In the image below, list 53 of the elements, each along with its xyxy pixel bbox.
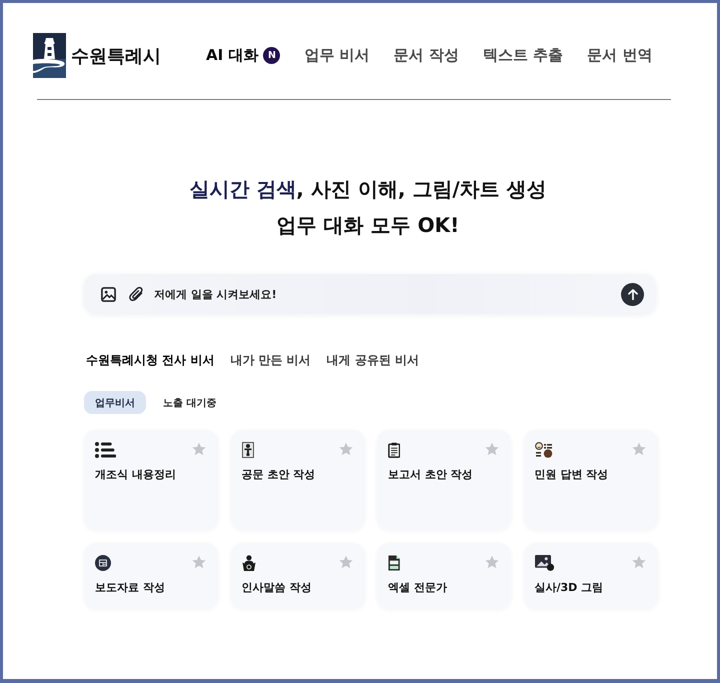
card-title: 보고서 초안 작성	[388, 467, 473, 482]
card-title: 실사/3D 그림	[534, 580, 604, 595]
spreadsheet-file-icon	[388, 555, 400, 571]
assistant-card[interactable]: 실사/3D 그림	[524, 543, 658, 609]
send-button[interactable]	[621, 282, 644, 306]
assistant-tab[interactable]: 수원특례시청 전사 비서	[86, 350, 214, 370]
prompt-input[interactable]: 저에게 일을 시켜보세요!	[154, 284, 609, 304]
assistant-tab[interactable]: 내게 공유된 비서	[326, 350, 420, 370]
list-icon	[95, 442, 116, 458]
star-icon[interactable]	[338, 555, 352, 569]
newspaper-icon	[95, 555, 111, 571]
nav-tab[interactable]: 문서 번역	[587, 46, 652, 65]
image-icon[interactable]	[101, 286, 116, 302]
speaker-podium-icon	[242, 555, 256, 571]
card-title: 보도자료 작성	[95, 580, 165, 595]
star-icon[interactable]	[192, 442, 206, 456]
filter-chip[interactable]: 업무비서	[84, 391, 146, 414]
card-title: 공문 초안 작성	[242, 467, 316, 482]
assistant-card[interactable]: 인사말씀 작성	[230, 543, 364, 609]
assistant-card[interactable]: 보고서 초안 작성	[377, 430, 511, 530]
headline: 실시간 검색, 사진 이해, 그림/차트 생성	[188, 176, 548, 203]
star-icon[interactable]	[632, 442, 646, 456]
card-title: 엑셀 전문가	[388, 580, 447, 595]
star-icon[interactable]	[338, 442, 352, 456]
star-icon[interactable]	[485, 442, 499, 456]
assistant-card[interactable]: 공문 초안 작성	[230, 430, 364, 530]
assistant-card[interactable]: 개조식 내용정리	[84, 430, 218, 530]
paperclip-icon[interactable]	[129, 286, 144, 302]
clipboard-icon	[388, 442, 400, 458]
assistant-card[interactable]: 보도자료 작성	[84, 543, 218, 609]
nav-tab[interactable]: 업무 비서	[304, 46, 370, 65]
prompt-field[interactable]: 저에게 일을 시켜보세요!	[84, 274, 656, 314]
nav-tab[interactable]: 텍스트 추출	[482, 46, 564, 65]
card-title: 개조식 내용정리	[95, 467, 176, 482]
assistant-tab[interactable]: 내가 만든 비서	[230, 350, 311, 370]
stamp-document-icon	[242, 442, 254, 458]
star-icon[interactable]	[632, 555, 646, 569]
lighthouse-logo-icon	[33, 33, 66, 78]
nav-tab[interactable]: 문서 작성	[394, 46, 459, 65]
nav-tab[interactable]: AI 대화 N	[206, 46, 280, 65]
card-title: 인사말씀 작성	[242, 580, 312, 595]
arrow-up-icon	[628, 288, 638, 300]
card-title: 민원 답변 작성	[534, 467, 608, 482]
picture-icon	[534, 555, 554, 571]
star-icon[interactable]	[485, 555, 499, 569]
star-icon[interactable]	[192, 555, 206, 569]
assistant-card[interactable]: 민원 답변 작성	[524, 430, 658, 530]
assistant-card[interactable]: 엑셀 전문가	[377, 543, 511, 609]
new-badge: N	[263, 47, 280, 64]
headline: 업무 대화 모두 OK!	[276, 212, 460, 239]
contacts-icon	[534, 442, 552, 458]
filter-chip[interactable]: 노출 대기중	[152, 391, 228, 414]
brand-name: 수원특례시	[71, 44, 161, 68]
